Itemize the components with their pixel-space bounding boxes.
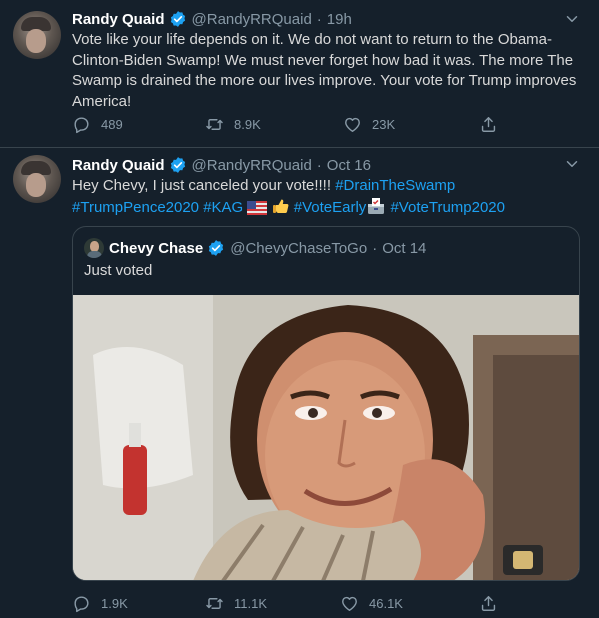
like-count: 46.1K: [369, 596, 403, 611]
verified-badge-icon: [169, 156, 187, 174]
author-handle[interactable]: @RandyRRQuaid: [192, 11, 312, 28]
hashtag-link[interactable]: #DrainTheSwamp: [335, 177, 455, 194]
separator: ·: [316, 10, 322, 28]
us-flag-emoji-icon: [247, 200, 268, 215]
quoted-author-handle[interactable]: @ChevyChaseToGo: [230, 240, 367, 257]
retweet-button[interactable]: 11.1K: [205, 594, 267, 613]
author-name[interactable]: Randy Quaid: [72, 157, 165, 174]
hashtag-link[interactable]: #VoteTrump2020: [390, 199, 505, 216]
verified-badge-icon: [169, 10, 187, 28]
tweet[interactable]: Randy Quaid @RandyRRQuaid · Oct 16 Hey C…: [0, 148, 599, 618]
verified-badge-icon: [207, 239, 225, 257]
retweet-icon: [205, 115, 224, 134]
tweet-text-plain: Hey Chevy, I just canceled your vote!!!!: [72, 177, 336, 194]
reply-button[interactable]: 1.9K: [72, 594, 128, 613]
hashtag-link[interactable]: #VoteEarly: [294, 199, 367, 216]
thumbs-up-emoji-icon: [272, 199, 289, 213]
retweet-icon: [205, 594, 224, 613]
tweet[interactable]: Randy Quaid @RandyRRQuaid · 19h Vote lik…: [0, 0, 599, 148]
tweet-actions: 1.9K 11.1K 46.1K: [72, 594, 572, 618]
share-icon: [479, 594, 498, 613]
author-avatar[interactable]: [13, 155, 61, 203]
chevron-down-icon[interactable]: [563, 10, 581, 28]
quoted-tweet-text: Just voted: [84, 262, 153, 279]
tweet-text: Vote like your life depends on it. We do…: [72, 31, 577, 110]
tweet-header: Randy Quaid @RandyRRQuaid · Oct 16: [72, 154, 371, 176]
author-name[interactable]: Randy Quaid: [72, 11, 165, 28]
quoted-author-avatar[interactable]: [84, 238, 104, 258]
retweet-button[interactable]: 8.9K: [205, 115, 261, 134]
share-button[interactable]: [479, 594, 508, 613]
tweet-actions: 489 8.9K 23K: [72, 115, 572, 139]
portrait-photo-image: [73, 295, 579, 580]
retweet-count: 8.9K: [234, 117, 261, 132]
hashtag-link[interactable]: #KAG: [203, 199, 243, 216]
quoted-tweet-photo[interactable]: [73, 295, 579, 580]
quoted-tweet-header: Chevy Chase @ChevyChaseToGo · Oct 14: [109, 237, 426, 259]
like-count: 23K: [372, 117, 396, 132]
author-avatar[interactable]: [13, 11, 61, 59]
author-handle[interactable]: @RandyRRQuaid: [192, 157, 312, 174]
tweet-header: Randy Quaid @RandyRRQuaid · 19h: [72, 8, 352, 30]
reply-icon: [72, 115, 91, 134]
chevron-down-icon[interactable]: [563, 155, 581, 173]
tweet-text: Hey Chevy, I just canceled your vote!!!!…: [72, 176, 584, 218]
hashtag-link[interactable]: #TrumpPence2020: [72, 199, 199, 216]
like-icon: [343, 115, 362, 134]
retweet-count: 11.1K: [234, 596, 268, 611]
quoted-tweet-timestamp[interactable]: Oct 14: [382, 240, 426, 257]
quoted-author-name[interactable]: Chevy Chase: [109, 240, 203, 257]
separator: ·: [372, 239, 378, 257]
share-button[interactable]: [479, 115, 508, 134]
share-icon: [479, 115, 498, 134]
like-icon: [340, 594, 359, 613]
tweet-timestamp[interactable]: Oct 16: [327, 157, 371, 174]
reply-button[interactable]: 489: [72, 115, 123, 134]
ballot-box-emoji-icon: [368, 197, 385, 214]
like-button[interactable]: 46.1K: [340, 594, 403, 613]
separator: ·: [316, 156, 322, 174]
reply-icon: [72, 594, 91, 613]
like-button[interactable]: 23K: [343, 115, 395, 134]
tweet-timestamp[interactable]: 19h: [327, 11, 352, 28]
reply-count: 1.9K: [101, 596, 128, 611]
reply-count: 489: [101, 117, 123, 132]
quoted-tweet[interactable]: Chevy Chase @ChevyChaseToGo · Oct 14 Jus…: [72, 226, 580, 581]
